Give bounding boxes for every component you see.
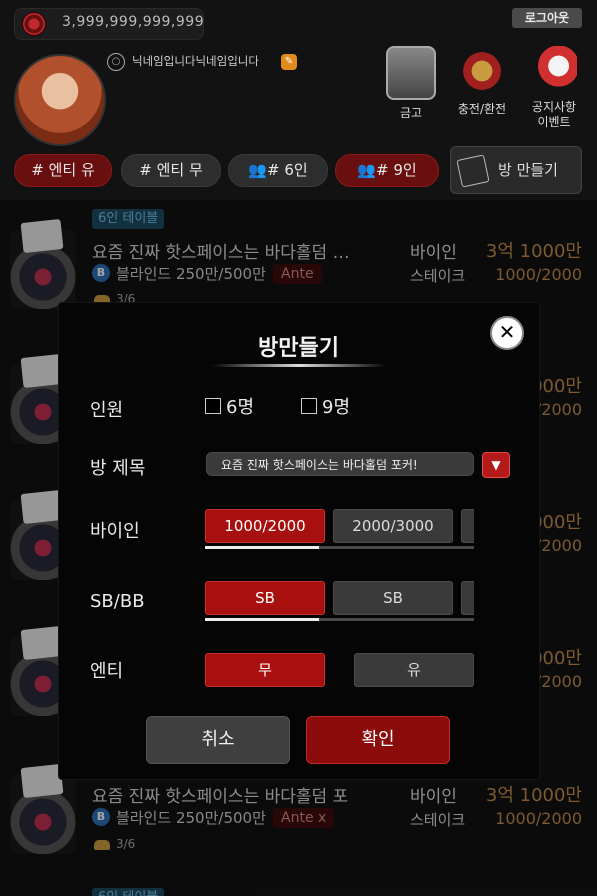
people-icon: 👥 xyxy=(248,161,267,179)
ante-option-yes[interactable]: 유 xyxy=(354,653,474,687)
people-label: 인원 xyxy=(90,400,124,421)
safe-icon xyxy=(386,46,436,100)
chip-icon xyxy=(22,12,46,36)
tab-9-players-label: # 9인 xyxy=(376,161,417,179)
confirm-button[interactable]: 확인 xyxy=(306,716,450,764)
tab-ante-yes[interactable]: # 엔티 유 xyxy=(14,154,112,187)
sbbb-label: SB/BB xyxy=(90,591,145,612)
notice-event-button[interactable]: 공지사항 이벤트 xyxy=(524,46,584,130)
nickname: 닉네임입니다닉네임입니다 xyxy=(132,54,259,68)
ante-option-no[interactable]: 무 xyxy=(205,653,325,687)
sbbb-scroll-thumb[interactable] xyxy=(205,618,319,621)
notice-event-icon xyxy=(531,46,577,96)
buyin-option-1000-2000[interactable]: 1000/2000 xyxy=(205,509,325,543)
charge-exchange-button[interactable]: 충전/환전 xyxy=(452,46,512,117)
room-title-select[interactable]: 요즘 진짜 핫스페이스는 바다홀덤 포커! xyxy=(206,452,474,476)
checkbox-icon xyxy=(205,398,221,414)
notice-event-label: 공지사항 이벤트 xyxy=(531,100,577,129)
charge-exchange-icon xyxy=(459,46,505,96)
sbbb-option-2[interactable]: SB xyxy=(333,581,453,615)
sbbb-option-next[interactable] xyxy=(461,581,474,615)
title-underline xyxy=(212,364,386,367)
checkbox-icon xyxy=(301,398,317,414)
tab-6-players[interactable]: 👥# 6인 xyxy=(228,154,328,187)
charge-exchange-label: 충전/환전 xyxy=(457,102,507,116)
sbbb-options[interactable]: SB SB xyxy=(205,581,474,615)
checkbox-9-label: 9명 xyxy=(322,397,351,418)
buyin-option-next[interactable] xyxy=(461,509,474,543)
tab-6-players-label: # 6인 xyxy=(267,161,308,179)
tab-9-players[interactable]: 👥# 9인 xyxy=(335,154,439,187)
user-icon: ○ xyxy=(107,53,125,71)
people-icon: 👥 xyxy=(357,161,376,179)
chip-balance: 3,999,999,999,999 xyxy=(62,14,205,30)
cards-icon xyxy=(456,154,490,188)
avatar[interactable] xyxy=(14,54,106,146)
tab-ante-no[interactable]: # 엔티 무 xyxy=(121,154,221,187)
sbbb-option-1[interactable]: SB xyxy=(205,581,325,615)
checkbox-6-label: 6명 xyxy=(226,397,255,418)
checkbox-6-players[interactable]: 6명 xyxy=(205,393,254,419)
create-room-label: 방 만들기 xyxy=(498,161,558,179)
create-room-button[interactable]: 방 만들기 xyxy=(450,146,582,194)
ante-label: 엔티 xyxy=(90,661,124,682)
safe-label: 금고 xyxy=(399,106,423,120)
room-title-label: 방 제목 xyxy=(90,458,146,479)
close-icon[interactable]: ✕ xyxy=(490,316,524,350)
edit-icon[interactable]: ✎ xyxy=(281,54,297,70)
safe-button[interactable]: 금고 xyxy=(381,46,441,121)
cancel-button[interactable]: 취소 xyxy=(146,716,290,764)
buyin-scroll-thumb[interactable] xyxy=(205,546,319,549)
logout-button[interactable]: 로그아웃 xyxy=(512,8,582,28)
buyin-options[interactable]: 1000/2000 2000/3000 xyxy=(205,509,474,543)
checkbox-9-players[interactable]: 9명 xyxy=(301,393,350,419)
dropdown-arrow-icon[interactable]: ▼ xyxy=(482,452,510,478)
buyin-field-label: 바이인 xyxy=(90,521,140,542)
buyin-option-2000-3000[interactable]: 2000/3000 xyxy=(333,509,453,543)
